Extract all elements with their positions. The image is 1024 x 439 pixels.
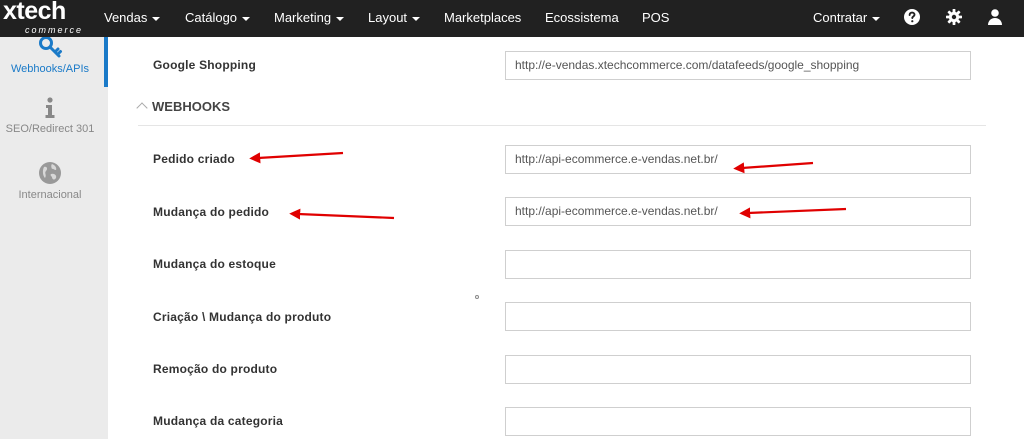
globe-icon [39, 162, 61, 184]
mudanca-pedido-label: Mudança do pedido [153, 205, 270, 219]
mudanca-estoque-label: Mudança do estoque [153, 257, 276, 271]
pedido-criado-label: Pedido criado [153, 152, 235, 166]
sidebar-item-internacional[interactable]: Internacional [0, 161, 100, 201]
chevron-down-icon [412, 16, 421, 21]
mudanca-categoria-field[interactable] [505, 407, 971, 436]
remocao-produto-field[interactable] [505, 355, 971, 384]
brand-tagline: commerce [25, 25, 84, 35]
mudanca-produto-label: Criação \ Mudança do produto [153, 310, 332, 324]
chevron-down-icon [336, 16, 345, 21]
nav-contratar[interactable]: Contratar [813, 0, 881, 37]
key-icon [39, 37, 62, 58]
mudanca-pedido-field[interactable]: http://api-ecommerce.e-vendas.net.br/ [505, 197, 971, 226]
brand-name: xtech [3, 0, 66, 25]
user-icon[interactable] [986, 8, 1004, 26]
info-icon [45, 97, 55, 118]
webhooks-settings-panel: Google Shopping http://e-vendas.xtechcom… [108, 37, 1024, 439]
remocao-produto-label: Remoção do produto [153, 362, 278, 376]
nav-pos[interactable]: POS [642, 0, 669, 37]
nav-catalogo[interactable]: Catálogo [185, 0, 251, 37]
pedido-criado-field[interactable]: http://api-ecommerce.e-vendas.net.br/ [505, 145, 971, 174]
nav-ecossistema[interactable]: Ecossistema [545, 0, 619, 37]
sidebar-item-webhooks[interactable]: Webhooks/APIs [0, 37, 100, 75]
nav-marketplaces[interactable]: Marketplaces [444, 0, 521, 37]
chevron-down-icon [152, 16, 161, 21]
nav-marketing[interactable]: Marketing [274, 0, 345, 37]
stray-dot [475, 295, 479, 299]
mudanca-categoria-label: Mudança da categoria [153, 414, 284, 428]
gear-icon[interactable] [945, 8, 963, 26]
sidebar-item-label: SEO/Redirect 301 [5, 123, 95, 135]
sidebar-item-seo-redirect[interactable]: SEO/Redirect 301 [0, 97, 100, 135]
chevron-up-icon [136, 102, 148, 114]
nav-layout[interactable]: Layout [368, 0, 421, 37]
top-navbar: xtech commerce Vendas Catálogo Marketing… [0, 0, 1024, 37]
google-shopping-field[interactable]: http://e-vendas.xtechcommerce.com/datafe… [505, 51, 971, 80]
sidebar-item-label: Webhooks/APIs [10, 63, 90, 75]
webhooks-section-title[interactable]: WEBHOOKS [136, 99, 230, 114]
google-shopping-label: Google Shopping [153, 58, 256, 72]
settings-sidebar: Webhooks/APIs SEO/Redirect 301 Internaci… [0, 37, 108, 439]
help-icon[interactable] [903, 8, 921, 26]
nav-vendas[interactable]: Vendas [104, 0, 161, 37]
chevron-down-icon [242, 16, 251, 21]
mudanca-produto-field[interactable] [505, 302, 971, 331]
sidebar-item-label: Internacional [18, 189, 82, 201]
section-divider [138, 125, 986, 126]
mudanca-estoque-field[interactable] [505, 250, 971, 279]
chevron-down-icon [872, 16, 881, 21]
